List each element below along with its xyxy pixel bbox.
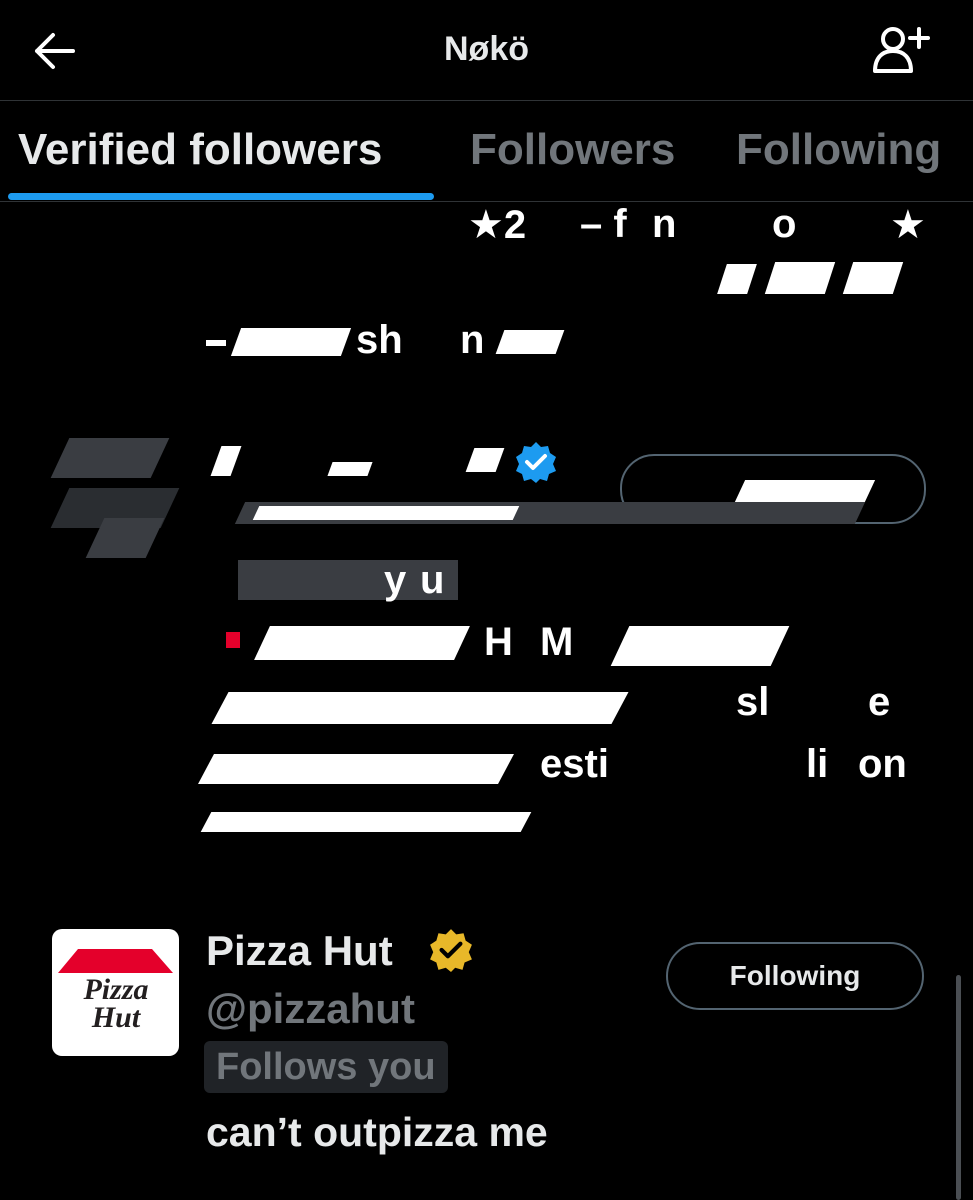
person-add-icon [873, 27, 930, 73]
obscured-text-fragment: e [868, 680, 891, 724]
user-bio: can’t outpizza me [206, 1109, 548, 1155]
user-handle: @pizzahut [206, 985, 415, 1032]
top-bar: Nøkö [0, 0, 973, 101]
obscured-text-fragment: sh [356, 318, 403, 362]
tab-following[interactable]: Following [736, 125, 941, 175]
page-title: Nøkö [444, 30, 529, 68]
redaction-block [198, 754, 514, 784]
redaction-block [210, 446, 242, 476]
redaction-block [230, 328, 352, 356]
redaction-block [717, 264, 757, 294]
logo-text-line2: Hut [91, 1001, 142, 1034]
tab-followers[interactable]: Followers [470, 125, 675, 175]
obscured-text-fragment: esti [540, 742, 609, 786]
display-name[interactable]: Pizza Hut [206, 927, 393, 975]
redaction-block [254, 626, 470, 660]
active-tab-indicator [8, 193, 434, 200]
obscured-user-row: ★2 – f n o ★ sh n y u H M sl e esti li o… [0, 202, 973, 862]
follows-you-badge: Follows you [204, 1041, 448, 1093]
redaction-block [206, 340, 226, 346]
tab-verified-followers[interactable]: Verified followers [18, 125, 382, 175]
redaction-block [495, 330, 565, 354]
following-button[interactable]: Following [666, 942, 924, 1010]
follower-tabs: Verified followers Followers Following [0, 101, 973, 202]
avatar[interactable]: Pizza Hut [52, 929, 179, 1056]
redaction-block [327, 462, 373, 476]
scrollbar[interactable] [956, 975, 961, 1200]
redaction-block [200, 812, 532, 832]
user-list-item[interactable]: Pizza Hut Pizza Hut @pizzahut Follows yo… [0, 905, 973, 1200]
add-user-button[interactable] [868, 22, 934, 78]
obscured-text-fragment: o [772, 202, 797, 246]
redaction-block [734, 480, 876, 502]
redaction-block [50, 438, 170, 478]
redaction-block [842, 262, 904, 294]
obscured-text-fragment: y [384, 558, 407, 602]
obscured-text-fragment: li [806, 742, 829, 786]
redaction-block [211, 692, 629, 724]
obscured-text-fragment: H [484, 620, 513, 664]
obscured-text-fragment: – f [580, 202, 627, 246]
verified-badge-gold-icon [430, 929, 472, 972]
obscured-text-fragment: ★2 [468, 203, 527, 247]
redaction-block [252, 506, 520, 520]
pizza-hut-logo: Pizza Hut [58, 949, 173, 1034]
redaction-block [610, 626, 790, 666]
obscured-text-fragment: n [460, 318, 485, 362]
obscured-text-fragment: on [858, 742, 907, 786]
obscured-text-fragment: M [540, 620, 574, 664]
obscured-text-fragment: n [652, 202, 677, 246]
redaction-block [226, 632, 240, 648]
redaction-block [465, 448, 505, 472]
redaction-block [764, 262, 836, 294]
verified-badge-icon [516, 442, 556, 483]
obscured-text-fragment: sl [736, 680, 770, 724]
obscured-text-fragment: ★ [890, 203, 926, 247]
obscured-text-fragment: u [420, 558, 445, 602]
roof-shape [58, 949, 173, 973]
